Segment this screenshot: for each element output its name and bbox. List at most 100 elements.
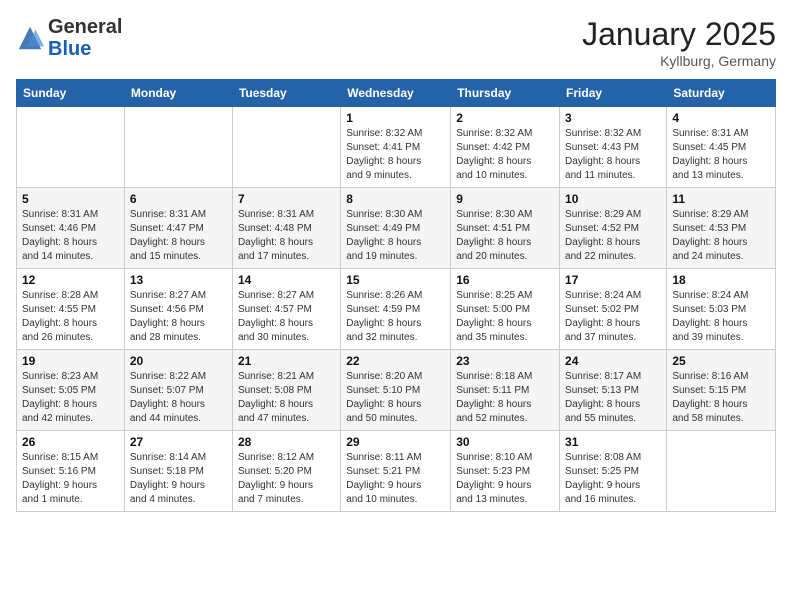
calendar-week-row: 19Sunrise: 8:23 AM Sunset: 5:05 PM Dayli… xyxy=(17,350,776,431)
day-info: Sunrise: 8:12 AM Sunset: 5:20 PM Dayligh… xyxy=(238,451,335,507)
calendar-cell: 14 Sunrise: 8:27 AM Sunset: 4:57 PM Dayli… xyxy=(232,269,340,350)
day-number: 26 xyxy=(22,435,119,449)
calendar-cell: 7 Sunrise: 8:31 AM Sunset: 4:48 PM Daylig… xyxy=(232,188,340,269)
logo-icon xyxy=(16,24,44,52)
calendar-cell: 28 Sunrise: 8:12 AM Sunset: 5:20 PM Dayli… xyxy=(232,431,340,512)
calendar-cell: 6Sunrise: 8:31 AM Sunset: 4:47 PM Daylig… xyxy=(124,188,232,269)
day-info: Sunrise: 8:29 AM Sunset: 4:52 PM Dayligh… xyxy=(565,208,661,264)
calendar-week-row: 26 Sunrise: 8:15 AM Sunset: 5:16 PM Dayli… xyxy=(17,431,776,512)
day-number: 7 xyxy=(238,192,335,206)
day-number: 17 xyxy=(565,273,661,287)
calendar-body: 1Sunrise: 8:32 AM Sunset: 4:41 PM Daylig… xyxy=(17,107,776,512)
day-info: Sunrise: 8:31 AM Sunset: 4:48 PM Dayligh… xyxy=(238,208,335,264)
calendar-cell: 5 Sunrise: 8:31 AM Sunset: 4:46 PM Daylig… xyxy=(17,188,125,269)
day-info: Sunrise: 8:28 AM Sunset: 4:55 PM Dayligh… xyxy=(22,289,119,345)
calendar-cell: 18 Sunrise: 8:24 AM Sunset: 5:03 PM Dayli… xyxy=(667,269,776,350)
day-number: 11 xyxy=(672,192,770,206)
calendar-cell: 16 Sunrise: 8:25 AM Sunset: 5:00 PM Dayli… xyxy=(451,269,560,350)
calendar-cell: 31Sunrise: 8:08 AM Sunset: 5:25 PM Dayli… xyxy=(560,431,667,512)
calendar-cell: 17 Sunrise: 8:24 AM Sunset: 5:02 PM Dayli… xyxy=(560,269,667,350)
day-info: Sunrise: 8:25 AM Sunset: 5:00 PM Dayligh… xyxy=(456,289,554,345)
calendar-cell: 29Sunrise: 8:11 AM Sunset: 5:21 PM Dayli… xyxy=(341,431,451,512)
day-number: 16 xyxy=(456,273,554,287)
calendar-cell: 20Sunrise: 8:22 AM Sunset: 5:07 PM Dayli… xyxy=(124,350,232,431)
day-number: 8 xyxy=(346,192,445,206)
calendar-cell: 26 Sunrise: 8:15 AM Sunset: 5:16 PM Dayli… xyxy=(17,431,125,512)
calendar-cell: 23 Sunrise: 8:18 AM Sunset: 5:11 PM Dayli… xyxy=(451,350,560,431)
day-number: 3 xyxy=(565,111,661,125)
weekday-header: Saturday xyxy=(667,80,776,107)
calendar-cell: 19Sunrise: 8:23 AM Sunset: 5:05 PM Dayli… xyxy=(17,350,125,431)
calendar-cell xyxy=(232,107,340,188)
day-number: 12 xyxy=(22,273,119,287)
calendar-cell: 12 Sunrise: 8:28 AM Sunset: 4:55 PM Dayli… xyxy=(17,269,125,350)
day-number: 19 xyxy=(22,354,119,368)
day-info: Sunrise: 8:31 AM Sunset: 4:46 PM Dayligh… xyxy=(22,208,119,264)
day-info: Sunrise: 8:29 AM Sunset: 4:53 PM Dayligh… xyxy=(672,208,770,264)
day-info: Sunrise: 8:27 AM Sunset: 4:56 PM Dayligh… xyxy=(130,289,227,345)
weekday-row: SundayMondayTuesdayWednesdayThursdayFrid… xyxy=(17,80,776,107)
month-title: January 2025 xyxy=(582,16,776,53)
calendar-cell: 15Sunrise: 8:26 AM Sunset: 4:59 PM Dayli… xyxy=(341,269,451,350)
page-header: General Blue January 2025 Kyllburg, Germ… xyxy=(16,16,776,69)
day-info: Sunrise: 8:17 AM Sunset: 5:13 PM Dayligh… xyxy=(565,370,661,426)
day-info: Sunrise: 8:22 AM Sunset: 5:07 PM Dayligh… xyxy=(130,370,227,426)
day-number: 15 xyxy=(346,273,445,287)
calendar-cell: 1Sunrise: 8:32 AM Sunset: 4:41 PM Daylig… xyxy=(341,107,451,188)
day-info: Sunrise: 8:24 AM Sunset: 5:02 PM Dayligh… xyxy=(565,289,661,345)
weekday-header: Thursday xyxy=(451,80,560,107)
logo-text: General Blue xyxy=(48,16,122,60)
day-number: 9 xyxy=(456,192,554,206)
day-number: 14 xyxy=(238,273,335,287)
calendar-cell: 13Sunrise: 8:27 AM Sunset: 4:56 PM Dayli… xyxy=(124,269,232,350)
day-info: Sunrise: 8:10 AM Sunset: 5:23 PM Dayligh… xyxy=(456,451,554,507)
day-number: 10 xyxy=(565,192,661,206)
day-info: Sunrise: 8:18 AM Sunset: 5:11 PM Dayligh… xyxy=(456,370,554,426)
calendar-cell: 25 Sunrise: 8:16 AM Sunset: 5:15 PM Dayli… xyxy=(667,350,776,431)
calendar-cell: 21Sunrise: 8:21 AM Sunset: 5:08 PM Dayli… xyxy=(232,350,340,431)
logo-general: General xyxy=(48,16,122,38)
day-number: 31 xyxy=(565,435,661,449)
day-number: 1 xyxy=(346,111,445,125)
weekday-header: Friday xyxy=(560,80,667,107)
calendar-week-row: 5 Sunrise: 8:31 AM Sunset: 4:46 PM Daylig… xyxy=(17,188,776,269)
calendar-cell: 10 Sunrise: 8:29 AM Sunset: 4:52 PM Dayli… xyxy=(560,188,667,269)
calendar-week-row: 12 Sunrise: 8:28 AM Sunset: 4:55 PM Dayli… xyxy=(17,269,776,350)
day-number: 28 xyxy=(238,435,335,449)
calendar-cell: 30 Sunrise: 8:10 AM Sunset: 5:23 PM Dayli… xyxy=(451,431,560,512)
day-info: Sunrise: 8:24 AM Sunset: 5:03 PM Dayligh… xyxy=(672,289,770,345)
day-info: Sunrise: 8:16 AM Sunset: 5:15 PM Dayligh… xyxy=(672,370,770,426)
day-info: Sunrise: 8:27 AM Sunset: 4:57 PM Dayligh… xyxy=(238,289,335,345)
day-info: Sunrise: 8:30 AM Sunset: 4:49 PM Dayligh… xyxy=(346,208,445,264)
day-number: 22 xyxy=(346,354,445,368)
day-info: Sunrise: 8:32 AM Sunset: 4:42 PM Dayligh… xyxy=(456,127,554,183)
day-info: Sunrise: 8:14 AM Sunset: 5:18 PM Dayligh… xyxy=(130,451,227,507)
day-number: 21 xyxy=(238,354,335,368)
day-info: Sunrise: 8:15 AM Sunset: 5:16 PM Dayligh… xyxy=(22,451,119,507)
logo-blue: Blue xyxy=(48,38,91,60)
logo: General Blue xyxy=(16,16,122,60)
weekday-header: Monday xyxy=(124,80,232,107)
calendar-table: SundayMondayTuesdayWednesdayThursdayFrid… xyxy=(16,79,776,512)
day-number: 25 xyxy=(672,354,770,368)
day-number: 30 xyxy=(456,435,554,449)
weekday-header: Tuesday xyxy=(232,80,340,107)
day-number: 2 xyxy=(456,111,554,125)
calendar-cell: 4 Sunrise: 8:31 AM Sunset: 4:45 PM Daylig… xyxy=(667,107,776,188)
calendar-cell xyxy=(124,107,232,188)
day-number: 27 xyxy=(130,435,227,449)
calendar-cell: 2 Sunrise: 8:32 AM Sunset: 4:42 PM Daylig… xyxy=(451,107,560,188)
day-number: 6 xyxy=(130,192,227,206)
day-number: 18 xyxy=(672,273,770,287)
day-number: 4 xyxy=(672,111,770,125)
day-info: Sunrise: 8:11 AM Sunset: 5:21 PM Dayligh… xyxy=(346,451,445,507)
day-info: Sunrise: 8:31 AM Sunset: 4:45 PM Dayligh… xyxy=(672,127,770,183)
day-number: 5 xyxy=(22,192,119,206)
calendar-cell xyxy=(667,431,776,512)
calendar-cell: 27 Sunrise: 8:14 AM Sunset: 5:18 PM Dayli… xyxy=(124,431,232,512)
day-info: Sunrise: 8:20 AM Sunset: 5:10 PM Dayligh… xyxy=(346,370,445,426)
day-number: 23 xyxy=(456,354,554,368)
calendar-header: SundayMondayTuesdayWednesdayThursdayFrid… xyxy=(17,80,776,107)
calendar-cell: 24Sunrise: 8:17 AM Sunset: 5:13 PM Dayli… xyxy=(560,350,667,431)
location: Kyllburg, Germany xyxy=(582,53,776,69)
